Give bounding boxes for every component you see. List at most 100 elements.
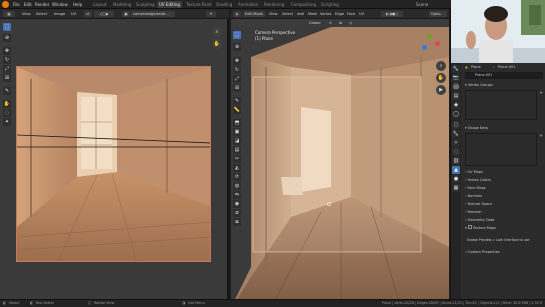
vp-pan-icon[interactable]: ✋ bbox=[436, 73, 446, 83]
tab-texture-paint[interactable]: Texture Paint bbox=[184, 1, 214, 8]
tab-scripting[interactable]: Scripting bbox=[319, 1, 341, 8]
shrink-tool-icon[interactable]: ◉ bbox=[233, 200, 241, 208]
x-axis-icon[interactable] bbox=[435, 41, 440, 46]
edge-slide-tool-icon[interactable]: ⇋ bbox=[233, 191, 241, 199]
vertex-colors-section[interactable]: › Vertex Colors bbox=[465, 177, 543, 183]
vp-transform-tool-icon[interactable]: ⊞ bbox=[233, 84, 241, 92]
render-tab-icon[interactable]: 📷 bbox=[452, 74, 460, 82]
move-tool-icon[interactable]: ✥ bbox=[3, 47, 11, 55]
vp-cursor-tool-icon[interactable]: ⊕ bbox=[233, 43, 241, 51]
shading-solid-button[interactable]: ◐◑●○ bbox=[381, 11, 403, 17]
tab-sculpting[interactable]: Sculpting bbox=[134, 1, 157, 8]
texture-maps-checkbox[interactable] bbox=[467, 225, 472, 229]
vp-menu-face[interactable]: Face bbox=[347, 11, 355, 17]
face-maps-section[interactable]: › Face Maps bbox=[465, 185, 543, 191]
shape-keys-add-icon[interactable]: + bbox=[538, 133, 544, 139]
scene-selector[interactable]: Scene bbox=[416, 1, 428, 8]
material-tab-icon[interactable]: ● bbox=[452, 175, 460, 183]
vp-menu-add[interactable]: Add bbox=[297, 11, 304, 17]
z-axis-icon[interactable] bbox=[422, 45, 427, 50]
y-axis-icon[interactable] bbox=[427, 34, 432, 39]
image-browse-button[interactable]: ▣ bbox=[122, 11, 130, 17]
breadcrumb-data[interactable]: Plane.001 bbox=[498, 64, 515, 70]
extrude-tool-icon[interactable]: ⬒ bbox=[233, 119, 241, 127]
mode-selector[interactable]: Edit Mode bbox=[243, 11, 265, 17]
tool-tab-icon[interactable]: 🔧 bbox=[452, 65, 460, 73]
rip-tool-icon[interactable]: ⧈ bbox=[233, 218, 241, 226]
image-name-field[interactable]: cameraedge/eckb... bbox=[131, 11, 175, 17]
tab-rendering[interactable]: Rendering bbox=[262, 1, 286, 8]
tab-modeling[interactable]: Modeling bbox=[111, 1, 133, 8]
vp-menu-edge[interactable]: Edge bbox=[335, 11, 344, 17]
bevel-tool-icon[interactable]: ◪ bbox=[233, 137, 241, 145]
world-tab-icon[interactable]: ◯ bbox=[452, 110, 460, 118]
vp-menu-vertex[interactable]: Vertex bbox=[320, 11, 332, 17]
scale-tool-icon[interactable]: ⤢ bbox=[3, 65, 11, 73]
tab-layout[interactable]: Layout bbox=[91, 1, 109, 8]
vp-camera-icon[interactable]: ▶ bbox=[436, 85, 446, 95]
grab-tool-icon[interactable]: ✋ bbox=[3, 100, 11, 108]
uv-select-mode-button[interactable]: ◇◻◆ bbox=[94, 11, 114, 17]
custom-properties-section[interactable]: › Custom Properties bbox=[465, 249, 543, 255]
uv-maps-section[interactable]: › UV Maps bbox=[465, 169, 543, 175]
pan-icon[interactable]: ✋ bbox=[212, 39, 222, 49]
editor-type-button[interactable]: ▦ bbox=[3, 11, 15, 17]
tab-compositing[interactable]: Compositing bbox=[289, 1, 318, 8]
menu-render[interactable]: Render bbox=[35, 1, 49, 8]
output-tab-icon[interactable]: 🖨 bbox=[452, 83, 460, 91]
vp-menu-mesh[interactable]: Mesh bbox=[308, 11, 317, 17]
mesh-data-tab-icon[interactable]: ▲ bbox=[452, 166, 460, 174]
shape-keys-list[interactable] bbox=[465, 133, 537, 166]
loopcut-tool-icon[interactable]: ▤ bbox=[233, 146, 241, 154]
remesh-section[interactable]: › Remesh bbox=[465, 209, 543, 215]
vp-menu-uv[interactable]: UV bbox=[359, 11, 364, 17]
uv-menu-view[interactable]: View bbox=[22, 11, 31, 17]
constraints-tab-icon[interactable]: ⛓ bbox=[452, 157, 460, 165]
mesh-name-field[interactable]: Plane.001 bbox=[465, 72, 543, 79]
uv-menu-uv[interactable]: UV bbox=[71, 11, 76, 17]
vp-measure-tool-icon[interactable]: 📏 bbox=[233, 106, 241, 114]
vp-zoom-icon[interactable]: ⌕ bbox=[436, 61, 446, 71]
rotate-tool-icon[interactable]: ↻ bbox=[3, 56, 11, 64]
pinch-tool-icon[interactable]: ✦ bbox=[3, 118, 11, 126]
proportional-edit-icon[interactable]: ◎ bbox=[347, 20, 354, 26]
vertex-groups-header[interactable]: ▾ Vertex Groups bbox=[465, 82, 543, 88]
shape-keys-header[interactable]: ▾ Shape Keys bbox=[465, 125, 543, 131]
uv-menu-image[interactable]: Image bbox=[54, 11, 65, 17]
modifier-tab-icon[interactable]: 🔧 bbox=[452, 130, 460, 138]
tab-animation[interactable]: Animation bbox=[236, 1, 260, 8]
polybuild-tool-icon[interactable]: ◭ bbox=[233, 164, 241, 172]
snap-icon[interactable]: ⧉ bbox=[337, 20, 344, 26]
menu-edit[interactable]: Edit bbox=[24, 1, 32, 8]
vp-menu-select[interactable]: Select bbox=[282, 11, 293, 17]
vp-annotate-tool-icon[interactable]: ✎ bbox=[233, 97, 241, 105]
axis-gizmo[interactable] bbox=[417, 31, 445, 59]
object-tab-icon[interactable]: ▢ bbox=[452, 121, 460, 129]
vp-menu-view[interactable]: View bbox=[269, 11, 278, 17]
normals-section[interactable]: › Normals bbox=[465, 193, 543, 199]
physics-tab-icon[interactable]: ◌ bbox=[452, 148, 460, 156]
vertex-groups-add-icon[interactable]: + bbox=[538, 90, 544, 96]
vp-scale-tool-icon[interactable]: ⤢ bbox=[233, 75, 241, 83]
spin-tool-icon[interactable]: ⟳ bbox=[233, 173, 241, 181]
knife-tool-icon[interactable]: ✂ bbox=[233, 155, 241, 163]
global-transform-selector[interactable]: Global bbox=[307, 20, 325, 26]
menu-help[interactable]: Help bbox=[73, 1, 82, 8]
options-button[interactable]: Optio bbox=[429, 11, 447, 17]
blender-logo-icon[interactable] bbox=[2, 1, 9, 8]
texture-maps-section[interactable]: ▾ Texture Maps bbox=[465, 225, 543, 231]
shear-tool-icon[interactable]: ⧄ bbox=[233, 209, 241, 217]
view-layer-tab-icon[interactable]: ▤ bbox=[452, 92, 460, 100]
annotate-tool-icon[interactable]: ✎ bbox=[3, 87, 11, 95]
geometry-data-section[interactable]: › Geometry Data bbox=[465, 217, 543, 223]
view-toggle-button[interactable]: ▾ bbox=[206, 11, 216, 17]
vp-rotate-tool-icon[interactable]: ↻ bbox=[233, 66, 241, 74]
particles-tab-icon[interactable]: ✧ bbox=[452, 139, 460, 147]
uv-sync-button[interactable]: ⇄ bbox=[84, 11, 92, 17]
cursor-tool-icon[interactable]: ⊕ bbox=[3, 34, 11, 42]
breadcrumb-object[interactable]: Plane bbox=[471, 64, 481, 70]
vp-select-tool-icon[interactable]: ⬚ bbox=[233, 31, 241, 39]
menu-window[interactable]: Window bbox=[52, 1, 68, 8]
transform-tool-icon[interactable]: ⊞ bbox=[3, 74, 11, 82]
tab-shading[interactable]: Shading bbox=[214, 1, 234, 8]
